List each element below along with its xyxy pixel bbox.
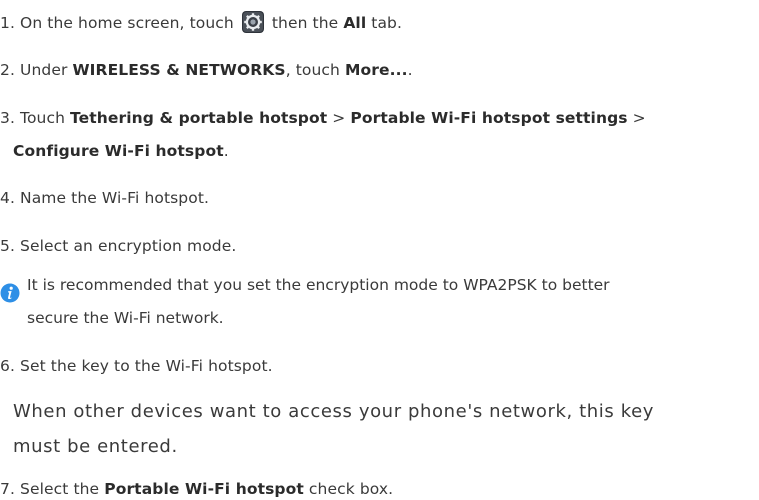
instruction-page: 1. On the home screen, touch then the Al… xyxy=(0,0,759,499)
step-1-text: 1. On the home screen, touch xyxy=(0,14,239,32)
step-2-wireless-networks: WIRELESS & NETWORKS xyxy=(72,61,286,79)
paragraph-line-1: When other devices want to access your p… xyxy=(13,401,655,422)
step-2: 2. Under WIRELESS & NETWORKS, touch More… xyxy=(0,59,413,81)
step-6: 6. Set the key to the Wi-Fi hotspot. xyxy=(0,355,273,377)
step-3-text: 3. Touch xyxy=(0,109,71,127)
step-2-text-2: , touch xyxy=(285,61,345,79)
step-3-tethering: Tethering & portable hotspot xyxy=(70,109,328,127)
step-7-text: 7. Select the xyxy=(0,480,105,498)
step-7: 7. Select the Portable Wi-Fi hotspot che… xyxy=(0,478,393,500)
step-1-text-2: then the xyxy=(266,14,344,32)
step-6-text: 6. Set the key to the Wi-Fi hotspot. xyxy=(0,357,273,375)
step-3-period: . xyxy=(223,142,229,160)
step-3-configure-hotspot: Configure Wi-Fi hotspot xyxy=(13,142,224,160)
note-line-1: It is recommended that you set the encry… xyxy=(27,276,610,294)
step-3-continued: Configure Wi-Fi hotspot. xyxy=(13,140,229,162)
step-2-text: 2. Under xyxy=(0,61,73,79)
step-2-period: . xyxy=(407,61,413,79)
step-7-hotspot-checkbox-label: Portable Wi-Fi hotspot xyxy=(104,480,304,498)
step-1: 1. On the home screen, touch then the Al… xyxy=(0,11,402,34)
step-3-separator-2: > xyxy=(627,109,646,127)
step-7-text-2: check box. xyxy=(303,480,394,498)
paragraph-line-2: must be entered. xyxy=(13,436,178,457)
step-2-more: More... xyxy=(345,61,408,79)
step-3-hotspot-settings: Portable Wi-Fi hotspot settings xyxy=(350,109,628,127)
step-1-all-tab: All xyxy=(343,14,367,32)
step-5: 5. Select an encryption mode. xyxy=(0,235,236,257)
step-1-text-3: tab. xyxy=(366,14,403,32)
step-4: 4. Name the Wi-Fi hotspot. xyxy=(0,187,209,209)
step-3: 3. Touch Tethering & portable hotspot > … xyxy=(0,107,646,129)
step-4-text: 4. Name the Wi-Fi hotspot. xyxy=(0,189,210,207)
settings-gear-icon xyxy=(241,11,264,33)
note-line-2: secure the Wi-Fi network. xyxy=(27,309,224,327)
info-icon xyxy=(0,283,20,303)
step-5-text: 5. Select an encryption mode. xyxy=(0,237,237,255)
step-3-separator: > xyxy=(327,109,351,127)
